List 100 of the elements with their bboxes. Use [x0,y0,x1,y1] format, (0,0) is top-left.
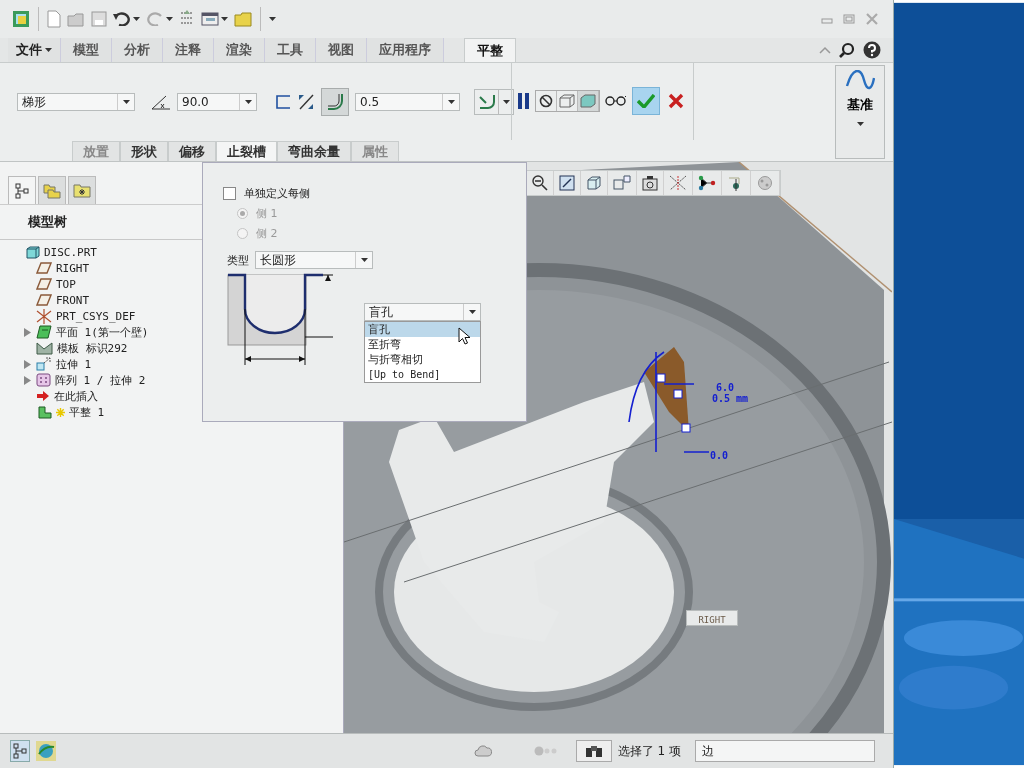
datum-curve-icon [845,70,875,92]
dropdown-option[interactable]: 盲孔 [365,322,480,337]
ribbon-tab[interactable]: 视图 [316,38,367,62]
globe-icon[interactable] [36,741,56,761]
datum-display-icon[interactable] [669,175,687,191]
navigator-tab[interactable] [8,176,36,204]
template-icon [36,341,53,355]
dimension-label[interactable]: 6.0 [716,382,735,393]
tree-item[interactable]: TOP [56,277,76,291]
dropdown-option[interactable]: 与折弯相切 [365,352,480,367]
radius-dropdown[interactable]: 0.5 [355,93,460,111]
relief-depth-dropdown[interactable]: 盲孔 [364,303,481,321]
pause-icon[interactable] [518,93,530,109]
refit-icon[interactable] [559,175,575,191]
folder-icon[interactable] [234,11,252,27]
new-file-icon[interactable] [47,10,61,28]
tree-item[interactable]: 平整 1 [69,404,105,420]
angle-icon[interactable] [151,94,171,110]
asterisk-icon [56,407,65,417]
confirm-button[interactable] [632,87,660,115]
collapse-ribbon-icon[interactable] [819,46,831,54]
panel-tab[interactable]: 偏移 [168,141,216,161]
tree-item[interactable]: RIGHT [56,261,90,275]
tree-item[interactable]: 拉伸 1 [56,356,92,372]
datum-button[interactable]: 基准 [835,65,885,159]
csys-icon [36,308,52,324]
tree-item[interactable]: FRONT [56,293,90,307]
search-icon[interactable] [839,42,855,58]
folders-icon [43,182,61,199]
bend-icon [326,93,344,111]
ribbon-tab[interactable]: 平整 [464,38,516,62]
tree-icon [13,743,27,759]
glasses-icon[interactable] [605,96,627,106]
undo-icon[interactable] [113,12,131,26]
extrude-icon [36,357,52,371]
arrow-icon [36,390,50,402]
network-icon[interactable] [698,175,716,191]
camera-icon[interactable] [642,175,658,191]
app-icon[interactable] [12,10,30,28]
cube-icon[interactable] [586,175,602,191]
mouse-cursor-icon [458,327,470,345]
angle-dropdown[interactable]: 90.0 [177,93,257,111]
radio-label: 侧 2 [256,225,278,241]
caret-icon [468,310,476,314]
checkbox[interactable] [223,186,236,200]
ribbon-tab[interactable]: 注释 [163,38,214,62]
dimension-label[interactable]: 0.5 mm [712,393,749,404]
ribbon-tab[interactable]: 模型 [61,38,112,62]
window-icon[interactable] [201,12,219,26]
tree-item[interactable]: DISC.PRT [44,245,97,259]
dimension-label[interactable]: 0.0 [710,450,729,461]
ribbon-tab[interactable]: 工具 [265,38,316,62]
tree-item[interactable]: 在此插入 [54,388,98,404]
dropdown-option[interactable]: [Up to Bend] [365,367,480,382]
caret-icon[interactable] [166,17,173,21]
close-icon [668,93,684,109]
tree-item[interactable]: 阵列 1 / 拉伸 2 [55,372,146,388]
appearance-icon[interactable] [756,175,774,191]
caret-icon [244,100,252,104]
panel-tab[interactable]: 弯曲余量 [277,141,351,161]
find-button[interactable] [575,740,612,762]
tree-item[interactable]: 平面 1(第一个壁) [56,324,149,340]
bend-side-icon[interactable] [478,94,495,110]
annotation-icon[interactable] [613,174,631,192]
cloud-icon[interactable] [473,744,492,758]
caret-icon[interactable] [133,17,140,21]
flip-icon[interactable] [297,93,315,111]
ribbon-tab[interactable]: 应用程序 [367,38,444,62]
tree-item[interactable]: PRT_CSYS_DEF [56,309,136,323]
part-icon [26,245,40,259]
help-icon[interactable] [863,41,881,59]
caret-icon[interactable] [269,17,276,21]
pattern-icon [36,373,51,387]
navigator-tab[interactable] [68,176,96,204]
panel-tab[interactable]: 形状 [120,141,168,161]
status-message: 选择了 1 项 [617,742,681,760]
expand-arrow-icon[interactable] [23,327,31,337]
bracket-icon[interactable] [275,94,291,110]
caret-icon [122,100,130,104]
file-menu[interactable]: 文件 [8,38,61,62]
zoom-out-icon[interactable] [532,175,548,191]
relief-type-dropdown[interactable]: 长圆形 [255,251,373,269]
tree-item[interactable]: 模板 标识292 [57,340,128,356]
ribbon-tab[interactable]: 分析 [112,38,163,62]
bend-radius-toggle[interactable] [321,88,349,116]
caret-icon[interactable] [221,17,228,21]
selection-filter-field[interactable]: 边 [695,740,875,762]
tree-toggle-button[interactable] [10,740,30,762]
shape-type-dropdown[interactable]: 梯形 [17,93,135,111]
dropdown-option[interactable]: 至折弯 [365,337,480,352]
caret-icon[interactable] [502,100,510,104]
caret-icon [45,48,52,52]
radio-label: 侧 1 [256,205,278,221]
panel-tab[interactable]: 止裂槽 [216,141,277,161]
check-icon [637,94,655,108]
ribbon-tab[interactable]: 渲染 [214,38,265,62]
flatten-icon [36,404,52,420]
tree-icon [15,182,29,199]
wireframe-icon [559,94,575,108]
checkbox-label: 单独定义每侧 [244,185,310,201]
